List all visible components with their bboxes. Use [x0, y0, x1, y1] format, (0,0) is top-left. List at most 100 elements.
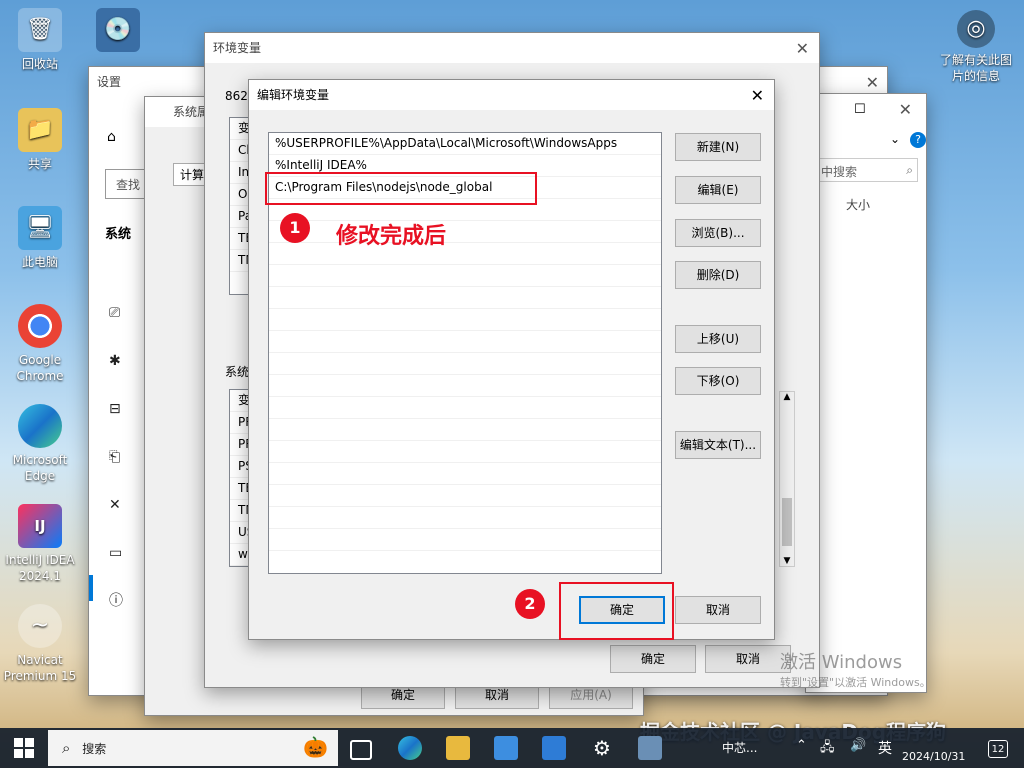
env-system-group-label: 系统	[225, 365, 250, 379]
installer-glyph-icon: 💿	[96, 8, 140, 52]
chrome-label: Google Chrome	[16, 353, 64, 383]
empty-row	[269, 309, 661, 331]
mail-icon[interactable]	[542, 736, 566, 760]
navicat-label: Navicat Premium 15	[3, 653, 77, 683]
empty-row	[269, 353, 661, 375]
nav-remote-icon[interactable]: ✕	[109, 481, 149, 529]
ime-indicator[interactable]: 英	[878, 738, 892, 758]
explorer-expand-icon[interactable]: ⌄	[890, 132, 900, 146]
empty-row	[269, 243, 661, 265]
edit-env-dialog: 编辑环境变量 ✕ %USERPROFILE%\AppData\Local\Mic…	[248, 79, 775, 640]
volume-icon[interactable]: 🔊	[850, 738, 866, 753]
edge-icon	[18, 404, 62, 448]
navicat-shortcut[interactable]: ~ Navicat Premium 15	[2, 604, 78, 684]
edit-env-close-icon[interactable]: ✕	[751, 86, 764, 105]
scroll-down-icon[interactable]: ▼	[780, 556, 794, 566]
empty-row	[269, 397, 661, 419]
explorer-window: ✕ ☐ ⌄ ? 中搜索 ⌕ 大小	[805, 93, 927, 693]
empty-row	[269, 507, 661, 529]
taskbar-search-box[interactable]: ⌕ 搜索 🎃	[48, 730, 338, 766]
activate-windows-title: 激活 Windows	[780, 652, 903, 673]
start-button-icon[interactable]	[14, 738, 34, 758]
tray-chevron-icon[interactable]: ⌃	[796, 738, 807, 753]
intellij-shortcut[interactable]: IJ IntelliJ IDEA 2024.1	[2, 504, 78, 584]
taskbar-app-label[interactable]: 中芯...	[722, 739, 757, 756]
explorer-search-box[interactable]: 中搜索 ⌕	[816, 158, 918, 182]
edge-label: Microsoft Edge	[12, 453, 68, 483]
settings-search-placeholder: 查找	[116, 178, 141, 192]
new-button[interactable]: 新建(N)	[675, 133, 761, 161]
scroll-up-icon[interactable]: ▲	[780, 392, 794, 402]
share-folder-icon[interactable]: 📁 共享	[2, 108, 78, 172]
this-pc-icon[interactable]: 🖥 此电脑	[2, 206, 78, 270]
empty-row	[269, 265, 661, 287]
step-1-badge: 1	[280, 213, 310, 243]
edit-text-button[interactable]: 编辑文本(T)...	[675, 431, 761, 459]
navicat-icon: ~	[18, 604, 62, 648]
empty-row	[269, 287, 661, 309]
explorer-maximize-icon[interactable]: ☐	[854, 102, 866, 117]
settings-close-icon[interactable]: ✕	[866, 73, 879, 92]
empty-row	[269, 375, 661, 397]
nav-multitask-icon[interactable]: ⊟	[109, 385, 149, 433]
notification-badge[interactable]: 12	[988, 740, 1008, 758]
empty-row	[269, 529, 661, 551]
delete-button[interactable]: 删除(D)	[675, 261, 761, 289]
empty-row	[269, 331, 661, 353]
nav-about-icon[interactable]: ⓘ	[109, 577, 149, 625]
path-entry[interactable]: %USERPROFILE%\AppData\Local\Microsoft\Wi…	[269, 133, 661, 155]
explorer-close-icon[interactable]: ✕	[899, 100, 912, 119]
chrome-shortcut[interactable]: Google Chrome	[2, 304, 78, 384]
share-folder-label: 共享	[27, 157, 52, 171]
highlight-new-entry	[265, 172, 537, 205]
move-up-button[interactable]: 上移(U)	[675, 325, 761, 353]
help-icon[interactable]: ?	[910, 132, 926, 148]
empty-row	[269, 463, 661, 485]
file-explorer-icon[interactable]	[446, 736, 470, 760]
spotlight-info[interactable]: ◎ 了解有关此图片的信息	[936, 10, 1016, 84]
nav-project-icon[interactable]: ⎚	[109, 289, 149, 337]
settings-nav-side: ⎚ ✱ ⊟ ⎗ ✕ ▭ ⓘ	[109, 289, 149, 625]
settings-home-icon[interactable]: ⌂	[107, 129, 116, 145]
search-icon: ⌕	[906, 163, 913, 177]
empty-row	[269, 485, 661, 507]
edit-env-title: 编辑环境变量	[249, 80, 774, 110]
edge-taskbar-icon[interactable]	[398, 736, 422, 760]
move-down-button[interactable]: 下移(O)	[675, 367, 761, 395]
cancel-button[interactable]: 取消	[675, 596, 761, 624]
computer-icon: 🖥	[18, 206, 62, 250]
env-title: 环境变量	[205, 33, 819, 63]
edit-button[interactable]: 编辑(E)	[675, 176, 761, 204]
empty-row	[269, 419, 661, 441]
env-close-icon[interactable]: ✕	[796, 39, 809, 58]
nav-feature-icon[interactable]: ▭	[109, 529, 149, 577]
installer-icon[interactable]: 💿	[80, 8, 156, 56]
taskbar: ⌕ 搜索 🎃 ⚙ 中芯... ⌃ 🖧 🔊 英 2024/10/31 12	[0, 728, 1024, 768]
explorer-col-size[interactable]: 大小	[846, 196, 870, 213]
env-scrollbar[interactable]: ▲ ▼	[779, 391, 795, 567]
scroll-thumb[interactable]	[782, 498, 792, 546]
step-1-note: 修改完成后	[336, 224, 447, 249]
recycle-bin-glyph-icon: 🗑	[18, 8, 62, 52]
nav-share-icon[interactable]: ✱	[109, 337, 149, 385]
task-view-icon[interactable]	[350, 740, 372, 760]
folder-icon: 📁	[18, 108, 62, 152]
empty-row	[269, 221, 661, 243]
chrome-icon	[18, 304, 62, 348]
explorer-search-placeholder: 中搜索	[821, 165, 858, 179]
network-icon[interactable]: 🖧	[820, 738, 835, 760]
activate-windows-hint: 转到"设置"以激活 Windows。	[780, 676, 931, 689]
browse-button[interactable]: 浏览(B)...	[675, 219, 761, 247]
intellij-label: IntelliJ IDEA 2024.1	[5, 553, 75, 583]
store-icon[interactable]	[494, 736, 518, 760]
env-cancel-button[interactable]: 取消	[705, 645, 791, 673]
search-icon: ⌕	[62, 739, 71, 757]
recycle-bin-icon[interactable]: 🗑 回收站	[2, 8, 78, 72]
settings-gear-icon[interactable]: ⚙	[590, 736, 614, 760]
camera-icon: ◎	[957, 10, 995, 48]
edge-shortcut[interactable]: Microsoft Edge	[2, 404, 78, 484]
nav-clipboard-icon[interactable]: ⎗	[109, 433, 149, 481]
env-ok-button[interactable]: 确定	[610, 645, 696, 673]
clock-date[interactable]: 2024/10/31	[902, 750, 965, 763]
system-props-icon[interactable]	[638, 736, 662, 760]
